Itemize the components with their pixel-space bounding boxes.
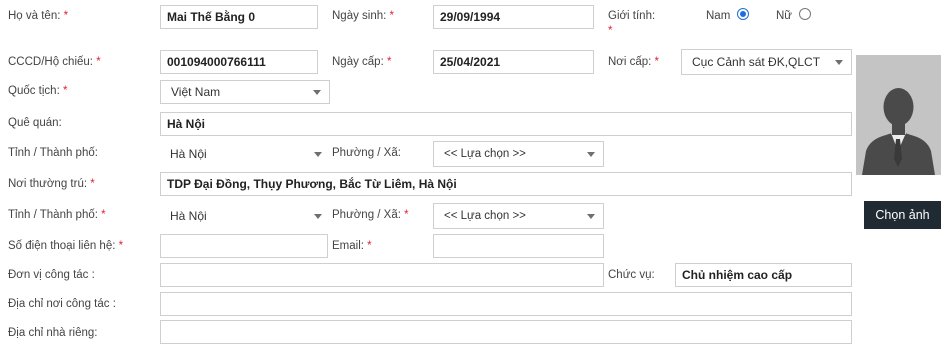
issue-place-label: Nơi cấp: * <box>608 56 660 68</box>
nationality-label: Quốc tịch: * <box>8 85 68 97</box>
phone-input[interactable] <box>160 234 328 258</box>
chevron-down-icon <box>587 214 595 219</box>
id-number-label: CCCD/Hộ chiếu: * <box>8 56 101 68</box>
email-input[interactable] <box>433 234 604 258</box>
province-1-select[interactable]: Hà Nội <box>160 143 330 167</box>
position-input[interactable]: Chủ nhiệm cao cấp <box>675 263 852 287</box>
gender-male-label: Nam <box>706 10 731 22</box>
hometown-label: Quê quán: <box>8 117 62 129</box>
work-address-label: Địa chỉ nơi công tác : <box>8 298 116 310</box>
home-address-label: Địa chỉ nhà riêng: <box>8 327 98 339</box>
birth-date-label: Ngày sinh: * <box>332 10 395 22</box>
ward-1-select[interactable]: << Lựa chọn >> <box>433 141 604 167</box>
chevron-down-icon <box>835 60 843 65</box>
permanent-address-label: Nơi thường trú: * <box>8 178 95 190</box>
birth-date-input[interactable]: 29/09/1994 <box>433 5 594 29</box>
phone-label: Số điện thoại liên hệ: * <box>8 240 124 252</box>
gender-required-mark: * <box>608 25 613 37</box>
chevron-down-icon <box>314 152 322 157</box>
work-unit-input[interactable] <box>160 263 604 287</box>
full-name-label: Họ và tên: * <box>8 10 69 22</box>
position-label: Chức vụ: <box>608 269 655 281</box>
ward-1-label: Phường / Xã: <box>332 147 401 159</box>
chevron-down-icon <box>314 214 322 219</box>
chevron-down-icon <box>587 152 595 157</box>
issue-place-select[interactable]: Cục Cảnh sát ĐK,QLCT <box>681 49 852 75</box>
gender-male-radio[interactable] <box>737 8 749 20</box>
gender-label: Giới tính: <box>608 10 656 22</box>
chevron-down-icon <box>313 90 321 95</box>
full-name-input[interactable]: Mai Thế Bằng 0 <box>160 5 318 29</box>
gender-female-radio[interactable] <box>799 8 811 20</box>
permanent-address-input[interactable]: TDP Đại Đồng, Thụy Phương, Bắc Từ Liêm, … <box>160 172 852 196</box>
choose-photo-button[interactable]: Chọn ảnh <box>864 201 941 229</box>
province-2-select[interactable]: Hà Nội <box>160 205 330 229</box>
ward-2-select[interactable]: << Lựa chọn >> <box>433 203 604 229</box>
home-address-input[interactable] <box>160 320 852 344</box>
nationality-select[interactable]: Việt Nam <box>160 80 330 104</box>
profile-photo <box>856 55 941 175</box>
gender-female-label: Nữ <box>776 10 793 22</box>
province-1-label: Tỉnh / Thành phố: <box>8 147 98 159</box>
email-label: Email: * <box>332 240 372 252</box>
id-number-input[interactable]: 001094000766111 <box>160 50 318 74</box>
issue-date-input[interactable]: 25/04/2021 <box>433 50 594 74</box>
work-unit-label: Đơn vị công tác : <box>8 269 95 281</box>
province-2-label: Tỉnh / Thành phố: * <box>8 209 106 221</box>
issue-date-label: Ngày cấp: * <box>332 56 392 68</box>
work-address-input[interactable] <box>160 292 852 316</box>
person-silhouette-icon <box>856 55 941 175</box>
hometown-input[interactable]: Hà Nội <box>160 112 852 136</box>
ward-2-label: Phường / Xã: * <box>332 209 409 221</box>
